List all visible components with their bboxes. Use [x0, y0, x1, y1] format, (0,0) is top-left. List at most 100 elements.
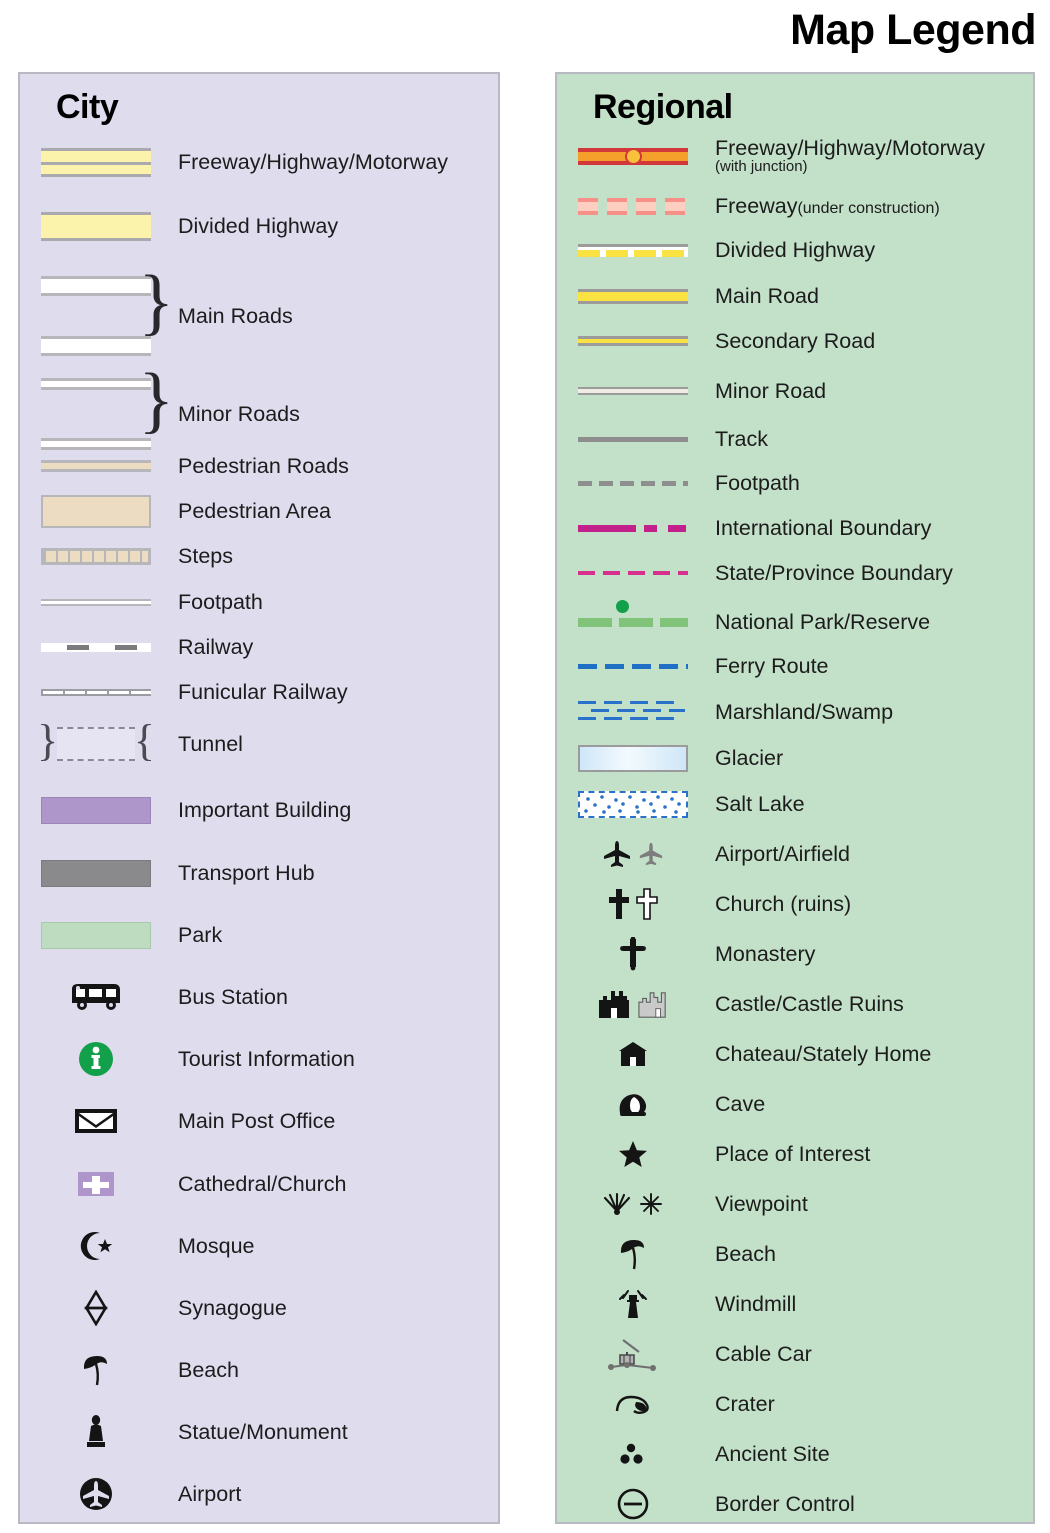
legend-label: Cave: [715, 1091, 766, 1116]
statue-icon: [20, 1412, 172, 1452]
symbol-salt-lake-dotted-block: [557, 784, 709, 824]
legend-row-city-transport-hub: Transport Hub: [20, 853, 498, 893]
tunnel-bracket-right-icon: {: [133, 716, 155, 765]
legend-label: International Boundary: [715, 515, 932, 540]
legend-label: Mosque: [178, 1233, 255, 1258]
symbol-pedestrian-area-tan-block: [20, 491, 172, 531]
legend-row-regional-main-road: Main Road: [557, 276, 1033, 316]
cathedral-cross-icon: [20, 1164, 172, 1204]
legend-label: Steps: [178, 543, 233, 568]
symbol-international-boundary-magenta: [557, 508, 709, 548]
symbol-funicular-ticked-line: [20, 672, 172, 712]
symbol-important-building-purple-block: [20, 790, 172, 830]
cable-car-icon: [557, 1334, 709, 1374]
star-of-david-icon: [20, 1288, 172, 1328]
legend-row-city-pedestrian-area: Pedestrian Area: [20, 491, 498, 531]
legend-sublabel: (under construction): [797, 199, 940, 217]
symbol-railway-dashed-grey: [20, 627, 172, 667]
legend-row-city-airport: Airport: [20, 1474, 498, 1514]
legend-row-regional-freeway-uc: Freeway(under construction): [557, 186, 1033, 226]
legend-row-regional-ferry-route: Ferry Route: [557, 646, 1033, 686]
legend-label: Railway: [178, 634, 254, 659]
park-dot-icon: [616, 599, 629, 613]
legend-label: Bus Station: [178, 984, 288, 1009]
legend-row-city-cathedral: Cathedral/Church: [20, 1164, 498, 1204]
legend-label: Freeway/Highway/Motorway: [178, 149, 449, 174]
legend-label: Minor Roads: [178, 401, 300, 426]
legend-row-city-beach: Beach: [20, 1350, 498, 1390]
legend-label: Secondary Road: [715, 328, 876, 353]
legend-label: Glacier: [715, 745, 784, 770]
legend-row-regional-cable-car: Cable Car: [557, 1334, 1033, 1374]
legend-label: Beach: [715, 1241, 776, 1266]
legend-row-regional-place-of-interest: Place of Interest: [557, 1134, 1033, 1174]
symbol-freeway-under-construction-dashed: [557, 186, 709, 226]
legend-label: Ancient Site: [715, 1441, 830, 1466]
legend-sublabel: (with junction): [715, 158, 808, 176]
legend-row-city-railway: Railway: [20, 627, 498, 667]
beach-umbrella-icon: [557, 1234, 709, 1274]
legend-label: Statue/Monument: [178, 1419, 348, 1444]
legend-row-city-synagogue: Synagogue: [20, 1288, 498, 1328]
legend-label-block: Freeway(under construction): [715, 194, 940, 218]
legend-label: Main Road: [715, 283, 819, 308]
legend-row-regional-glacier: Glacier: [557, 738, 1033, 778]
legend-row-city-park: Park: [20, 915, 498, 955]
castle-pair-icon: [557, 984, 709, 1024]
symbol-secondary-road-yellow-thin: [557, 321, 709, 361]
legend-row-city-bus-station: Bus Station: [20, 977, 498, 1017]
legend-label: Church (ruins): [715, 891, 852, 916]
group-brace: }: [138, 359, 174, 441]
legend-row-city-footpath: Footpath: [20, 582, 498, 622]
legend-row-regional-track: Track: [557, 419, 1033, 459]
legend-row-city-tourist-information: Tourist Information: [20, 1039, 498, 1079]
star-icon: [557, 1134, 709, 1174]
border-control-icon: [557, 1484, 709, 1524]
legend-label: Airport: [178, 1481, 242, 1506]
legend-label: Footpath: [715, 470, 800, 495]
symbol-track-solid-grey: [557, 419, 709, 459]
legend-label: Place of Interest: [715, 1141, 871, 1166]
legend-row-regional-beach: Beach: [557, 1234, 1033, 1274]
legend-label: Main Post Office: [178, 1108, 336, 1133]
legend-row-regional-secondary-road: Secondary Road: [557, 321, 1033, 361]
legend-label: Windmill: [715, 1291, 797, 1316]
regional-panel-heading: Regional: [593, 88, 733, 126]
plane-pair-icon: [557, 834, 709, 874]
legend-label: Cathedral/Church: [178, 1171, 347, 1196]
legend-row-regional-church-ruins: Church (ruins): [557, 884, 1033, 924]
symbol-freeway-divided-yellow: [20, 142, 172, 182]
legend-row-regional-castle: Castle/Castle Ruins: [557, 984, 1033, 1024]
legend-label: Tourist Information: [178, 1046, 355, 1071]
legend-label: Marshland/Swamp: [715, 699, 894, 724]
envelope-icon: [20, 1101, 172, 1141]
legend-row-regional-airport: Airport/Airfield: [557, 834, 1033, 874]
legend-row-city-funicular: Funicular Railway: [20, 672, 498, 712]
legend-row-city-statue: Statue/Monument: [20, 1412, 498, 1452]
legend-label: Monastery: [715, 941, 816, 966]
legend-row-city-freeway: Freeway/Highway/Motorway: [20, 142, 498, 182]
city-panel-heading: City: [56, 88, 119, 126]
symbol-freeway-red-orange-with-junction: [557, 136, 709, 176]
legend-row-regional-windmill: Windmill: [557, 1284, 1033, 1324]
legend-row-regional-monastery: Monastery: [557, 934, 1033, 974]
viewpoint-pair-icon: [557, 1184, 709, 1224]
symbol-marshland-blue-ticks: [557, 692, 709, 732]
legend-label: Tunnel: [178, 731, 243, 756]
symbol-ferry-route-blue-dashed: [557, 646, 709, 686]
legend-label: Track: [715, 426, 768, 451]
junction-dot-icon: [624, 147, 642, 165]
windmill-icon: [557, 1284, 709, 1324]
symbol-transport-hub-grey-block: [20, 853, 172, 893]
legend-row-city-divided-highway: Divided Highway: [20, 206, 498, 246]
legend-row-regional-ancient-site: Ancient Site: [557, 1434, 1033, 1474]
symbol-national-park-green-dashed-dot: [557, 599, 709, 642]
chateau-icon: [557, 1034, 709, 1074]
legend-label: Main Roads: [178, 303, 293, 328]
information-icon: [20, 1039, 172, 1079]
legend-row-city-important-building: Important Building: [20, 790, 498, 830]
legend-label: Funicular Railway: [178, 679, 348, 704]
legend-row-city-main-roads: } Main Roads: [20, 265, 498, 364]
symbol-divided-highway-yellow-dashed: [557, 230, 709, 270]
legend-label: Airport/Airfield: [715, 841, 851, 866]
